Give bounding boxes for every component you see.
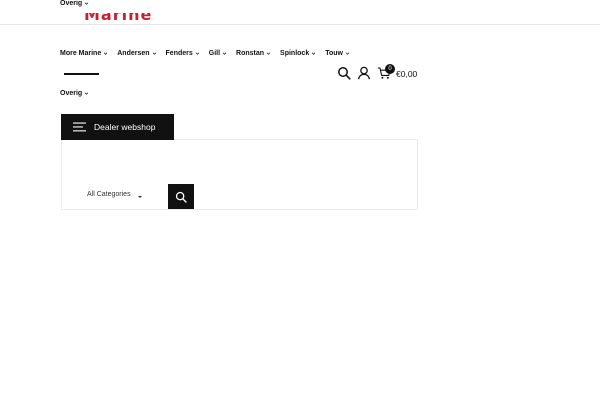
chevron-down-icon bbox=[222, 52, 227, 55]
caret-down-icon[interactable] bbox=[138, 196, 142, 198]
chevron-down-icon bbox=[345, 52, 350, 55]
search-icon bbox=[175, 191, 187, 203]
search-icon[interactable] bbox=[337, 66, 351, 80]
site-logo[interactable]: Marine bbox=[84, 13, 154, 25]
nav-item-label: Andersen bbox=[117, 50, 150, 57]
logo-text: Marine bbox=[84, 13, 153, 24]
main-nav: More Marine Andersen Fenders Gill Ronsta… bbox=[60, 50, 350, 57]
top-overig-menu[interactable]: Overig bbox=[60, 0, 89, 7]
dealer-webshop-label: Dealer webshop bbox=[94, 122, 156, 132]
nav-item-label: Fenders bbox=[165, 50, 193, 57]
nav-item-fenders[interactable]: Fenders bbox=[166, 50, 200, 57]
nav-item-touw[interactable]: Touw bbox=[325, 50, 350, 57]
chevron-down-icon bbox=[103, 52, 108, 55]
chevron-down-icon bbox=[195, 52, 200, 55]
category-select[interactable]: All Categories bbox=[87, 191, 131, 198]
nav-item-label: Overig bbox=[60, 90, 83, 97]
chevron-down-icon bbox=[152, 52, 156, 55]
nav-active-underline bbox=[64, 73, 99, 75]
nav-item-label: More Marine bbox=[60, 50, 102, 57]
nav-item-more-marine[interactable]: More Marine bbox=[60, 50, 108, 57]
dealer-panel bbox=[61, 140, 418, 210]
cart-total[interactable]: €0,00 bbox=[396, 69, 417, 79]
cart-count-badge: 0 bbox=[385, 64, 395, 74]
top-overig-label: Overig bbox=[60, 0, 83, 7]
nav-item-gill[interactable]: Gill bbox=[209, 50, 227, 57]
dealer-webshop-button[interactable]: Dealer webshop bbox=[61, 114, 174, 140]
chevron-down-icon bbox=[84, 92, 89, 95]
nav-item-andersen[interactable]: Andersen bbox=[117, 50, 156, 57]
nav-item-ronstan[interactable]: Ronstan bbox=[236, 50, 271, 57]
chevron-down-icon bbox=[311, 52, 316, 55]
nav-item-label: Ronstan bbox=[236, 50, 265, 57]
nav-item-label: Touw bbox=[325, 50, 343, 57]
nav-item-overig[interactable]: Overig bbox=[60, 90, 89, 97]
user-icon[interactable] bbox=[357, 66, 371, 80]
nav-item-spinlock[interactable]: Spinlock bbox=[280, 50, 316, 57]
search-button[interactable] bbox=[168, 184, 194, 209]
category-select-value: All Categories bbox=[87, 191, 131, 198]
chevron-down-icon bbox=[266, 52, 271, 55]
chevron-down-icon bbox=[84, 2, 89, 5]
hamburger-menu-icon bbox=[73, 122, 86, 132]
nav-item-label: Spinlock bbox=[280, 50, 310, 57]
top-bar: Overig Marine bbox=[0, 0, 600, 25]
nav-item-label: Gill bbox=[208, 50, 221, 57]
